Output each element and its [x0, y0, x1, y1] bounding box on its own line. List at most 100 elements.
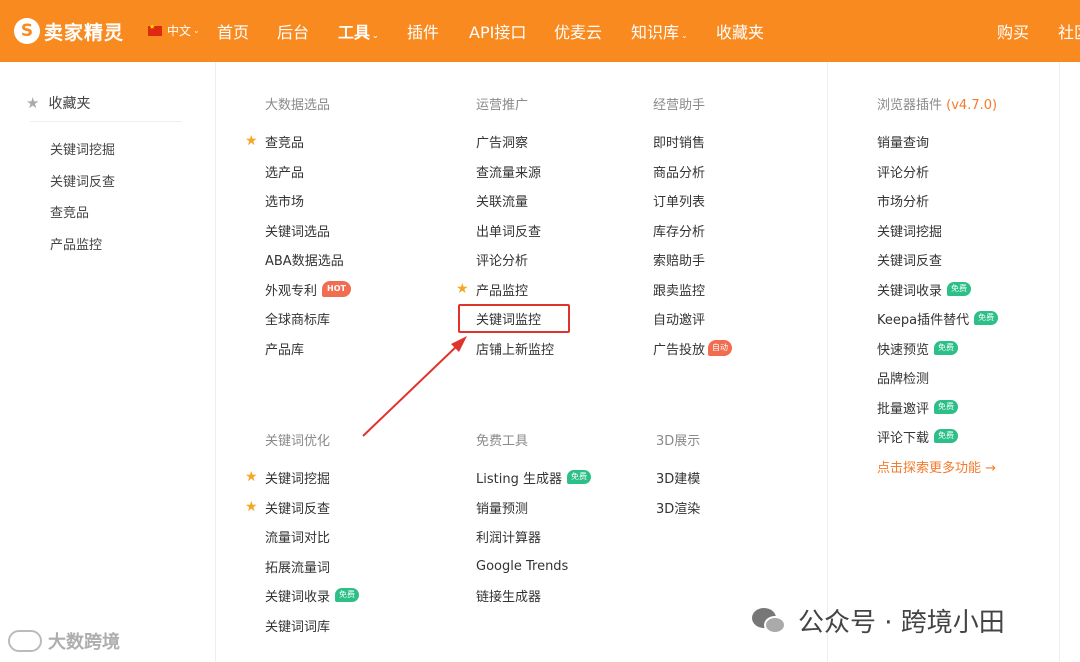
menu-item-profit-calculator[interactable]: 利润计算器 [476, 527, 541, 546]
menu-item-trademark-db[interactable]: 全球商标库 [265, 309, 330, 328]
menu-item-hijack-monitor[interactable]: 跟卖监控 [653, 280, 705, 299]
menu-item-design-patent[interactable]: 外观专利 HOT [265, 280, 351, 299]
menu-item-label: 评论下载 [877, 430, 930, 446]
menu-item-plugin-keyword-index[interactable]: 关键词收录 免费 [877, 280, 972, 299]
red-arrow-icon [362, 336, 467, 437]
menu-item-keepa-alternative[interactable]: Keepa插件替代 免费 [877, 309, 999, 328]
menu-item-traffic-source[interactable]: 查流量来源 [476, 162, 541, 181]
nav-tools-label: 工具 [338, 23, 371, 42]
menu-item-label: 外观专利 [265, 283, 318, 299]
menu-item-order-keyword-reverse[interactable]: 出单词反查 [476, 221, 541, 240]
menu-item-product-db[interactable]: 产品库 [265, 339, 304, 358]
menu-item-store-new-monitor[interactable]: 店铺上新监控 [476, 339, 554, 358]
free-badge: 免费 [947, 282, 972, 296]
nav-community[interactable]: 社区 [1058, 19, 1080, 43]
menu-item-keyword-selection[interactable]: 关键词选品 [265, 221, 330, 240]
nav-knowledge[interactable]: 知识库 ⌄ [631, 19, 688, 43]
menu-item-google-trends[interactable]: Google Trends [476, 557, 568, 575]
menu-item-listing-generator[interactable]: Listing 生成器 免费 [476, 468, 591, 487]
language-label: 中文 [167, 24, 192, 38]
column-divider [827, 62, 828, 662]
menu-item-product-monitor[interactable]: ★ 产品监控 [456, 280, 528, 299]
menu-item-aba-data[interactable]: ABA数据选品 [265, 250, 344, 269]
nav-favorites[interactable]: 收藏夹 [716, 19, 764, 43]
section-title-plugin: 浏览器插件 (v4.7.0) [877, 94, 997, 113]
menu-item-ad-placement[interactable]: 广告投放 自动 [653, 339, 733, 358]
menu-item-auto-review-request[interactable]: 自动邀评 [653, 309, 705, 328]
language-selector[interactable]: 中文 ⌄ [148, 22, 200, 39]
logo-mark-icon: S [14, 18, 40, 44]
brand-name: 卖家精灵 [44, 21, 125, 44]
menu-item-inventory-analysis[interactable]: 库存分析 [653, 221, 705, 240]
menu-item-plugin-review-analysis[interactable]: 评论分析 [877, 162, 929, 181]
nav-youmaiyun[interactable]: 优麦云 [554, 19, 602, 43]
china-flag-icon [148, 23, 162, 36]
menu-item-review-analysis[interactable]: 评论分析 [476, 250, 528, 269]
menu-item-keyword-library[interactable]: 关键词词库 [265, 616, 330, 635]
favorite-item-keyword-reverse[interactable]: 关键词反查 [50, 171, 115, 190]
menu-item-sales-forecast[interactable]: 销量预测 [476, 498, 528, 517]
menu-item-batch-review-request[interactable]: 批量邀评 免费 [877, 398, 959, 417]
menu-item-market-analysis[interactable]: 市场分析 [877, 191, 929, 210]
menu-item-3d-modeling[interactable]: 3D建模 [656, 468, 700, 487]
menu-item-related-traffic[interactable]: 关联流量 [476, 191, 528, 210]
plugin-title-label: 浏览器插件 [877, 98, 943, 113]
star-icon: ★ [245, 133, 258, 149]
divider [30, 121, 182, 122]
section-title-bigdata: 大数据选品 [265, 98, 331, 113]
favorites-title: ★ 收藏夹 [26, 93, 90, 113]
nav-api[interactable]: API接口 [469, 19, 526, 43]
section-title-operations: 运营推广 [476, 98, 529, 113]
free-badge: 免费 [934, 429, 959, 443]
watermark-left: 大数跨境 [8, 628, 120, 654]
menu-item-ad-insight[interactable]: 广告洞察 [476, 132, 528, 151]
menu-item-review-download[interactable]: 评论下载 免费 [877, 427, 959, 446]
top-navigation-bar: S 卖家精灵 中文 ⌄ 首页 后台 工具⌄ 插件 API接口 优麦云 知识库⌄ … [0, 0, 1080, 62]
watermark-left-text: 大数跨境 [48, 632, 120, 653]
star-icon: ★ [456, 281, 469, 297]
watermark-logo-icon [8, 630, 42, 652]
menu-item-goods-analysis[interactable]: 商品分析 [653, 162, 705, 181]
menu-item-traffic-compare[interactable]: 流量词对比 [265, 527, 330, 546]
menu-item-link-generator[interactable]: 链接生成器 [476, 586, 541, 605]
watermark-right: 公众号 · 跨境小田 [752, 602, 1005, 639]
nav-home[interactable]: 首页 [217, 19, 249, 43]
menu-item-quick-preview[interactable]: 快速预览 免费 [877, 339, 959, 358]
menu-item-instant-sales[interactable]: 即时销售 [653, 132, 705, 151]
menu-item-label: Listing 生成器 [476, 471, 562, 487]
menu-item-select-market[interactable]: 选市场 [265, 191, 304, 210]
menu-item-label: 关键词收录 [877, 283, 943, 299]
menu-item-select-product[interactable]: 选产品 [265, 162, 304, 181]
favorite-item-keyword-mining[interactable]: 关键词挖掘 [50, 139, 115, 158]
free-badge: 免费 [934, 341, 959, 355]
menu-item-order-list[interactable]: 订单列表 [653, 191, 705, 210]
menu-item-expand-traffic[interactable]: 拓展流量词 [265, 557, 330, 576]
favorite-item-competitor[interactable]: 查竞品 [50, 202, 89, 221]
menu-item-label: 查竞品 [265, 135, 305, 151]
section-title-assistant: 经营助手 [653, 98, 706, 113]
menu-item-plugin-keyword-mining[interactable]: 关键词挖掘 [877, 221, 942, 240]
menu-item-label: 关键词挖掘 [265, 471, 331, 487]
menu-item-sales-query[interactable]: 销量查询 [877, 132, 929, 151]
nav-purchase[interactable]: 购买 [997, 19, 1029, 43]
menu-item-3d-rendering[interactable]: 3D渲染 [656, 498, 700, 517]
favorite-item-product-monitor[interactable]: 产品监控 [50, 234, 102, 253]
menu-item-competitor[interactable]: ★ 查竞品 [245, 132, 305, 151]
nav-dashboard[interactable]: 后台 [277, 19, 309, 43]
menu-item-claim-assistant[interactable]: 索赔助手 [653, 250, 705, 269]
menu-item-brand-check[interactable]: 品牌检测 [877, 368, 929, 387]
watermark-right-text: 公众号 · 跨境小田 [798, 608, 1005, 638]
brand-logo[interactable]: S 卖家精灵 [14, 17, 124, 45]
menu-item-keyword-index[interactable]: 关键词收录 免费 [265, 586, 360, 605]
free-badge: 免费 [566, 470, 591, 484]
nav-plugin[interactable]: 插件 [407, 19, 439, 43]
explore-more-link[interactable]: 点击探索更多功能 → [877, 457, 996, 476]
menu-item-label: 广告投放 [653, 342, 706, 358]
nav-tools[interactable]: 工具 ⌄ [338, 19, 379, 43]
free-badge: 免费 [335, 588, 360, 602]
menu-item-keyword-mining[interactable]: ★ 关键词挖掘 [245, 468, 331, 487]
menu-item-plugin-keyword-reverse[interactable]: 关键词反查 [877, 250, 942, 269]
section-title-keyword-optimization: 关键词优化 [265, 434, 331, 449]
menu-item-keyword-reverse[interactable]: ★ 关键词反查 [245, 498, 330, 517]
chevron-down-icon: ⌄ [193, 26, 200, 35]
